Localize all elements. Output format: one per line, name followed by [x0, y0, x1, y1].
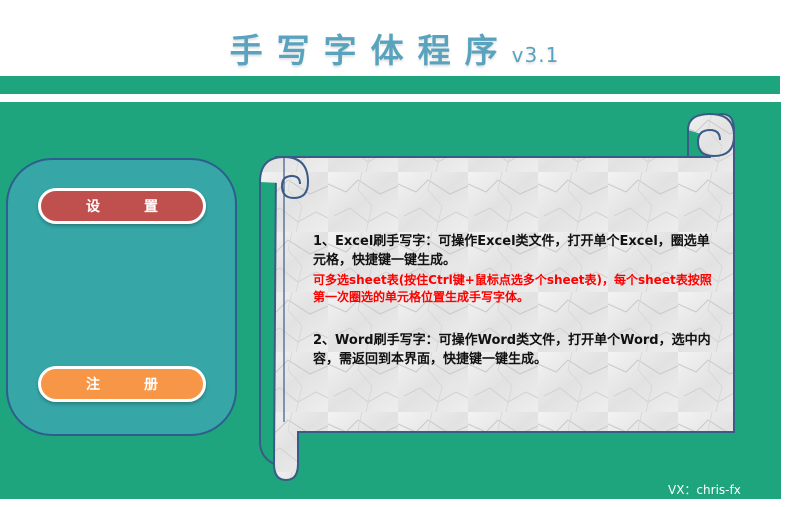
- instruction-item-1-note: 可多选sheet表(按住Ctrl键+鼠标点选多个sheet表)，每个sheet表…: [313, 273, 712, 304]
- instruction-item-2: 2、Word刷手写字：可操作Word类文件，打开单个Word，选中内容，需返回到…: [313, 333, 711, 367]
- instruction-text: 1、Excel刷手写字：可操作Excel类文件，打开单个Excel，圈选单元格，…: [313, 232, 713, 369]
- settings-button[interactable]: 设置: [38, 188, 206, 224]
- app-title: 手写字体程序v3.1: [0, 24, 789, 72]
- register-button[interactable]: 注册: [38, 366, 206, 402]
- white-separator: [0, 94, 789, 102]
- contact-footer: VX：chris-fx: [668, 483, 741, 497]
- bottom-edge: [0, 499, 789, 507]
- title-bar: 手写字体程序v3.1: [0, 0, 789, 76]
- register-button-label: 注册: [86, 377, 202, 393]
- header-right-edge: [780, 0, 789, 94]
- instruction-item-1: 1、Excel刷手写字：可操作Excel类文件，打开单个Excel，圈选单元格，…: [313, 234, 710, 268]
- settings-button-label: 设置: [86, 199, 202, 215]
- header-divider-band: [0, 76, 780, 94]
- app-title-text: 手写字体程序: [229, 31, 512, 70]
- app-version: v3.1: [511, 43, 560, 67]
